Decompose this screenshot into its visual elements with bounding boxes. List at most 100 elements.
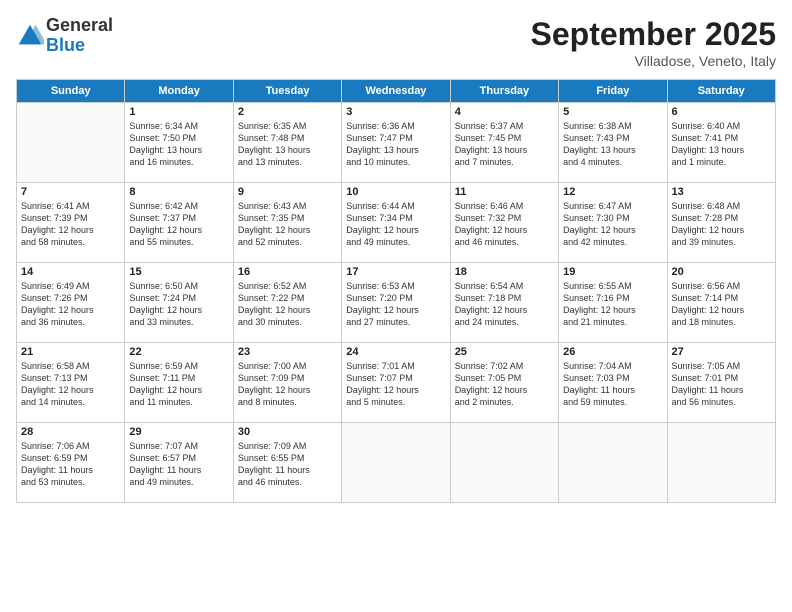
day-number: 22 <box>129 346 228 358</box>
weekday-header-friday: Friday <box>559 80 667 103</box>
day-info: Sunrise: 6:41 AM Sunset: 7:39 PM Dayligh… <box>21 200 120 249</box>
weekday-header-row: SundayMondayTuesdayWednesdayThursdayFrid… <box>17 80 776 103</box>
day-number: 26 <box>563 346 662 358</box>
day-cell: 8Sunrise: 6:42 AM Sunset: 7:37 PM Daylig… <box>125 183 233 263</box>
weekday-header-thursday: Thursday <box>450 80 558 103</box>
day-cell: 15Sunrise: 6:50 AM Sunset: 7:24 PM Dayli… <box>125 263 233 343</box>
calendar: SundayMondayTuesdayWednesdayThursdayFrid… <box>16 79 776 503</box>
page: General Blue September 2025 Villadose, V… <box>0 0 792 612</box>
day-number: 16 <box>238 266 337 278</box>
day-cell: 28 Sunrise: 7:06 AM Sunset: 6:59 PM Dayli… <box>17 423 125 503</box>
day-cell: 26Sunrise: 7:04 AM Sunset: 7:03 PM Dayli… <box>559 343 667 423</box>
day-number: 11 <box>455 186 554 198</box>
day-cell: 27 Sunrise: 7:05 AM Sunset: 7:01 PM Dayli… <box>667 343 775 423</box>
day-info: Sunrise: 6:56 AM Sunset: 7:14 PM Dayligh… <box>672 280 771 329</box>
day-number: 5 <box>563 106 662 118</box>
day-number: 25 <box>455 346 554 358</box>
day-number: 7 <box>21 186 120 198</box>
day-info: Sunrise: 6:38 AM Sunset: 7:43 PM Dayligh… <box>563 120 662 169</box>
day-cell: 5 Sunrise: 6:38 AM Sunset: 7:43 PM Daylig… <box>559 103 667 183</box>
day-number: 24 <box>346 346 445 358</box>
location: Villadose, Veneto, Italy <box>531 53 776 69</box>
day-info: Sunrise: 7:00 AM Sunset: 7:09 PM Dayligh… <box>238 360 337 409</box>
day-cell <box>342 423 450 503</box>
day-cell: 2 Sunrise: 6:35 AM Sunset: 7:48 PM Daylig… <box>233 103 341 183</box>
day-number: 9 <box>238 186 337 198</box>
week-row-2: 14 Sunrise: 6:49 AM Sunset: 7:26 PM Dayli… <box>17 263 776 343</box>
day-cell: 17Sunrise: 6:53 AM Sunset: 7:20 PM Dayli… <box>342 263 450 343</box>
day-cell: 30 Sunrise: 7:09 AM Sunset: 6:55 PM Dayli… <box>233 423 341 503</box>
day-cell: 3Sunrise: 6:36 AM Sunset: 7:47 PM Daylig… <box>342 103 450 183</box>
day-info: Sunrise: 7:07 AM Sunset: 6:57 PM Dayligh… <box>129 440 228 489</box>
day-cell: 21 Sunrise: 6:58 AM Sunset: 7:13 PM Dayli… <box>17 343 125 423</box>
weekday-header-monday: Monday <box>125 80 233 103</box>
day-info: Sunrise: 6:40 AM Sunset: 7:41 PM Dayligh… <box>672 120 771 169</box>
weekday-header-sunday: Sunday <box>17 80 125 103</box>
day-number: 1 <box>129 106 228 118</box>
title-block: September 2025 Villadose, Veneto, Italy <box>531 16 776 69</box>
day-cell: 19 Sunrise: 6:55 AM Sunset: 7:16 PM Dayli… <box>559 263 667 343</box>
day-number: 6 <box>672 106 771 118</box>
logo-blue: Blue <box>46 36 113 56</box>
day-number: 23 <box>238 346 337 358</box>
day-cell: 20Sunrise: 6:56 AM Sunset: 7:14 PM Dayli… <box>667 263 775 343</box>
day-cell <box>450 423 558 503</box>
day-info: Sunrise: 6:35 AM Sunset: 7:48 PM Dayligh… <box>238 120 337 169</box>
month-title: September 2025 <box>531 16 776 53</box>
day-cell <box>17 103 125 183</box>
day-info: Sunrise: 6:43 AM Sunset: 7:35 PM Dayligh… <box>238 200 337 249</box>
day-info: Sunrise: 6:59 AM Sunset: 7:11 PM Dayligh… <box>129 360 228 409</box>
day-cell: 1 Sunrise: 6:34 AM Sunset: 7:50 PM Daylig… <box>125 103 233 183</box>
logo-text: General Blue <box>46 16 113 56</box>
logo: General Blue <box>16 16 113 56</box>
week-row-3: 21 Sunrise: 6:58 AM Sunset: 7:13 PM Dayli… <box>17 343 776 423</box>
day-cell: 16 Sunrise: 6:52 AM Sunset: 7:22 PM Dayli… <box>233 263 341 343</box>
day-info: Sunrise: 7:01 AM Sunset: 7:07 PM Dayligh… <box>346 360 445 409</box>
day-cell: 9 Sunrise: 6:43 AM Sunset: 7:35 PM Daylig… <box>233 183 341 263</box>
day-cell: 23 Sunrise: 7:00 AM Sunset: 7:09 PM Dayli… <box>233 343 341 423</box>
weekday-header-saturday: Saturday <box>667 80 775 103</box>
day-info: Sunrise: 7:06 AM Sunset: 6:59 PM Dayligh… <box>21 440 120 489</box>
day-info: Sunrise: 6:54 AM Sunset: 7:18 PM Dayligh… <box>455 280 554 329</box>
week-row-0: 1 Sunrise: 6:34 AM Sunset: 7:50 PM Daylig… <box>17 103 776 183</box>
day-number: 13 <box>672 186 771 198</box>
day-cell: 11 Sunrise: 6:46 AM Sunset: 7:32 PM Dayli… <box>450 183 558 263</box>
day-info: Sunrise: 7:02 AM Sunset: 7:05 PM Dayligh… <box>455 360 554 409</box>
logo-general: General <box>46 16 113 36</box>
day-number: 4 <box>455 106 554 118</box>
day-info: Sunrise: 7:09 AM Sunset: 6:55 PM Dayligh… <box>238 440 337 489</box>
day-info: Sunrise: 6:53 AM Sunset: 7:20 PM Dayligh… <box>346 280 445 329</box>
day-number: 19 <box>563 266 662 278</box>
day-number: 27 <box>672 346 771 358</box>
day-info: Sunrise: 6:37 AM Sunset: 7:45 PM Dayligh… <box>455 120 554 169</box>
day-cell: 7 Sunrise: 6:41 AM Sunset: 7:39 PM Daylig… <box>17 183 125 263</box>
day-cell: 29Sunrise: 7:07 AM Sunset: 6:57 PM Dayli… <box>125 423 233 503</box>
day-info: Sunrise: 6:48 AM Sunset: 7:28 PM Dayligh… <box>672 200 771 249</box>
day-cell <box>667 423 775 503</box>
day-info: Sunrise: 6:44 AM Sunset: 7:34 PM Dayligh… <box>346 200 445 249</box>
day-info: Sunrise: 6:47 AM Sunset: 7:30 PM Dayligh… <box>563 200 662 249</box>
day-number: 10 <box>346 186 445 198</box>
day-cell: 24 Sunrise: 7:01 AM Sunset: 7:07 PM Dayli… <box>342 343 450 423</box>
day-cell: 22 Sunrise: 6:59 AM Sunset: 7:11 PM Dayli… <box>125 343 233 423</box>
header: General Blue September 2025 Villadose, V… <box>16 16 776 69</box>
day-info: Sunrise: 6:52 AM Sunset: 7:22 PM Dayligh… <box>238 280 337 329</box>
day-number: 21 <box>21 346 120 358</box>
day-number: 28 <box>21 426 120 438</box>
day-info: Sunrise: 6:34 AM Sunset: 7:50 PM Dayligh… <box>129 120 228 169</box>
day-number: 14 <box>21 266 120 278</box>
day-cell: 10 Sunrise: 6:44 AM Sunset: 7:34 PM Dayli… <box>342 183 450 263</box>
day-number: 12 <box>563 186 662 198</box>
logo-icon <box>16 22 44 50</box>
day-info: Sunrise: 6:46 AM Sunset: 7:32 PM Dayligh… <box>455 200 554 249</box>
day-cell <box>559 423 667 503</box>
day-number: 2 <box>238 106 337 118</box>
day-number: 15 <box>129 266 228 278</box>
day-info: Sunrise: 6:49 AM Sunset: 7:26 PM Dayligh… <box>21 280 120 329</box>
day-info: Sunrise: 6:55 AM Sunset: 7:16 PM Dayligh… <box>563 280 662 329</box>
day-cell: 13 Sunrise: 6:48 AM Sunset: 7:28 PM Dayli… <box>667 183 775 263</box>
day-cell: 12 Sunrise: 6:47 AM Sunset: 7:30 PM Dayli… <box>559 183 667 263</box>
day-info: Sunrise: 6:58 AM Sunset: 7:13 PM Dayligh… <box>21 360 120 409</box>
day-number: 30 <box>238 426 337 438</box>
day-info: Sunrise: 7:05 AM Sunset: 7:01 PM Dayligh… <box>672 360 771 409</box>
